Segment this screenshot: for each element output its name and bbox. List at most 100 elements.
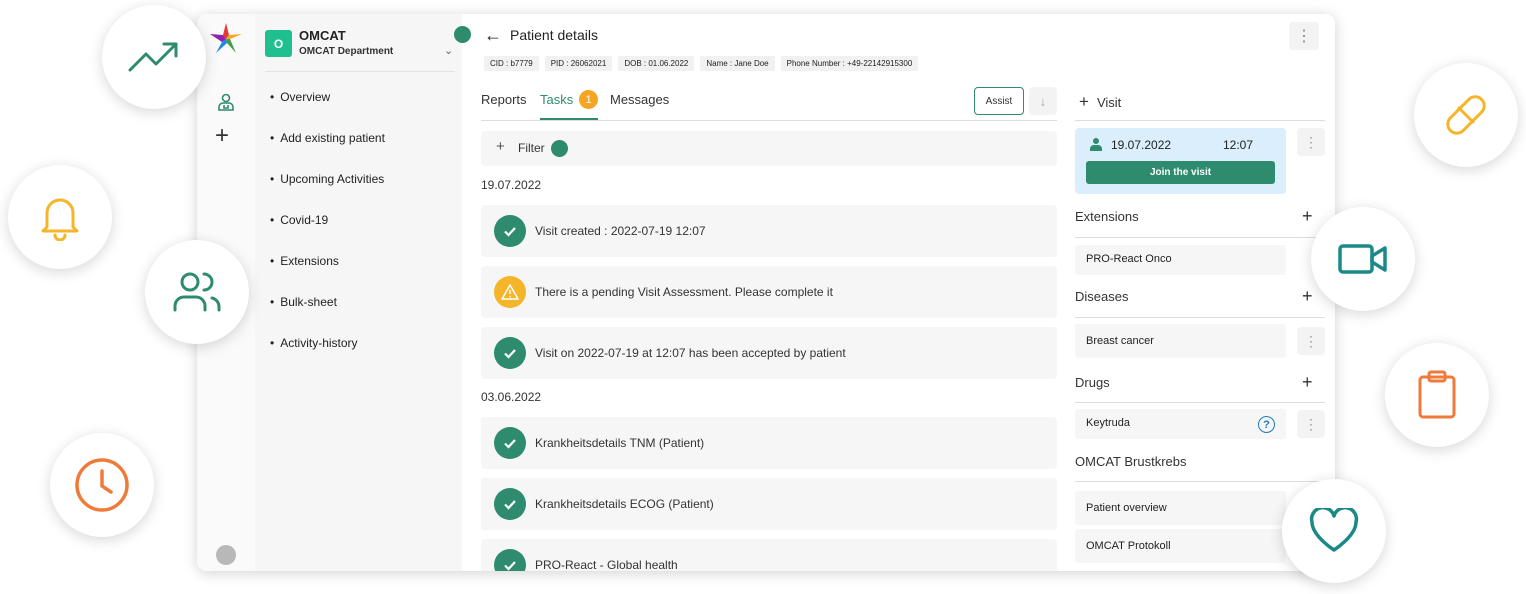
warning-icon xyxy=(494,276,526,308)
trending-up-icon xyxy=(102,5,206,109)
divider xyxy=(1075,481,1325,482)
sidebar-item-upcoming-activities[interactable]: Upcoming Activities xyxy=(270,172,385,213)
heart-icon xyxy=(1282,479,1386,583)
visit-label: Visit xyxy=(1096,95,1122,110)
check-circle-icon xyxy=(494,549,526,571)
check-circle-icon xyxy=(494,215,526,247)
page-title: Patient details xyxy=(510,27,598,43)
tab-messages[interactable]: Messages xyxy=(610,92,669,107)
drug-more-icon[interactable]: ⋮ xyxy=(1297,410,1325,438)
disease-item[interactable]: Breast cancer xyxy=(1075,324,1286,358)
patient-info-chips: CID : b7779 PID : 26062021 DOB : 01.06.2… xyxy=(484,56,919,71)
chip-cid: CID : b7779 xyxy=(484,56,539,71)
filter-icon[interactable] xyxy=(551,140,568,157)
drugs-title: Drugs xyxy=(1075,375,1110,390)
sidebar-item-add-existing-patient[interactable]: Add existing patient xyxy=(270,131,385,172)
visit-card: 19.07.2022 12:07 Join the visit xyxy=(1075,128,1286,194)
add-icon[interactable]: + xyxy=(215,124,229,148)
header-more-icon[interactable]: ⋮ xyxy=(1289,22,1319,50)
task-item[interactable]: Visit created : 2022-07-19 12:07 xyxy=(481,205,1057,257)
visit-date: 19.07.2022 xyxy=(1111,138,1172,152)
visit-time: 12:07 xyxy=(1223,138,1254,152)
sidebar-nav: Overview Add existing patient Upcoming A… xyxy=(270,90,385,377)
tab-bar: Reports Tasks 1 Messages xyxy=(481,90,1057,121)
active-tab-indicator xyxy=(540,118,598,120)
disease-more-icon[interactable]: ⋮ xyxy=(1297,327,1325,355)
pill-icon xyxy=(1414,63,1518,167)
visit-more-icon[interactable]: ⋮ xyxy=(1297,128,1325,156)
task-text: PRO-React - Global health xyxy=(535,558,678,571)
check-circle-icon xyxy=(494,337,526,369)
org-department: OMCAT Department xyxy=(299,46,394,57)
assist-button[interactable]: Assist xyxy=(974,87,1024,115)
app-window: + O OMCAT OMCAT Department ⌄ Overview Ad… xyxy=(197,14,1335,571)
date-header: 19.07.2022 xyxy=(481,178,542,192)
drug-name: Keytruda xyxy=(1086,417,1131,429)
task-item[interactable]: PRO-React - Global health xyxy=(481,539,1057,571)
user-avatar-icon[interactable] xyxy=(216,545,236,565)
person-icon xyxy=(1089,137,1103,156)
divider xyxy=(1075,317,1325,318)
sidebar: O OMCAT OMCAT Department ⌄ Overview Add … xyxy=(255,14,462,571)
add-visit-button[interactable]: + Visit xyxy=(1079,92,1121,112)
chevron-down-icon[interactable]: ⌄ xyxy=(444,44,453,57)
add-disease-icon[interactable]: + xyxy=(1302,287,1313,305)
org-name: OMCAT xyxy=(299,28,346,43)
task-text: Krankheitsdetails TNM (Patient) xyxy=(535,436,705,450)
divider xyxy=(1075,237,1325,238)
help-icon[interactable]: ? xyxy=(1258,416,1275,433)
extensions-title: Extensions xyxy=(1075,209,1139,224)
diseases-title: Diseases xyxy=(1075,289,1129,304)
chip-pid: PID : 26062021 xyxy=(544,56,613,71)
join-visit-button[interactable]: Join the visit xyxy=(1086,161,1275,184)
filter-bar[interactable]: + Filter xyxy=(481,131,1057,166)
sidebar-item-extensions[interactable]: Extensions xyxy=(270,254,385,295)
add-filter-icon[interactable]: + xyxy=(496,138,505,155)
divider xyxy=(1075,120,1325,121)
back-arrow-icon[interactable]: ← xyxy=(484,26,502,44)
extension-item[interactable]: PRO-React Onco xyxy=(1075,245,1286,275)
sidebar-item-activity-history[interactable]: Activity-history xyxy=(270,336,385,377)
date-header: 03.06.2022 xyxy=(481,390,542,404)
video-icon xyxy=(1311,207,1415,311)
download-arrow-icon[interactable]: ↓ xyxy=(1029,87,1057,115)
add-drug-icon[interactable]: + xyxy=(1302,373,1313,391)
sidebar-item-covid-19[interactable]: Covid-19 xyxy=(270,213,385,254)
task-text: Visit created : 2022-07-19 12:07 xyxy=(535,224,706,238)
tab-tasks[interactable]: Tasks xyxy=(540,92,573,107)
main-content: ← Patient details CID : b7779 PID : 2606… xyxy=(454,14,1335,571)
org-badge: O xyxy=(265,30,292,57)
tab-reports[interactable]: Reports xyxy=(481,92,527,107)
clock-icon xyxy=(50,433,154,537)
chip-dob: DOB : 01.06.2022 xyxy=(618,56,695,71)
task-text: There is a pending Visit Assessment. Ple… xyxy=(535,285,833,299)
bell-icon xyxy=(8,165,112,269)
program-item[interactable]: Patient overview xyxy=(1075,491,1286,525)
add-extension-icon[interactable]: + xyxy=(1302,207,1313,225)
task-text: Krankheitsdetails ECOG (Patient) xyxy=(535,497,714,511)
add-icon: + xyxy=(1079,92,1089,111)
sidebar-item-overview[interactable]: Overview xyxy=(270,90,385,131)
check-circle-icon xyxy=(494,427,526,459)
task-item[interactable]: There is a pending Visit Assessment. Ple… xyxy=(481,266,1057,318)
sidebar-item-bulk-sheet[interactable]: Bulk-sheet xyxy=(270,295,385,336)
filter-icon[interactable] xyxy=(454,26,471,43)
drug-item[interactable]: Keytruda ? xyxy=(1075,409,1286,439)
task-text: Visit on 2022-07-19 at 12:07 has been ac… xyxy=(535,346,846,360)
program-title: OMCAT Brustkrebs xyxy=(1075,454,1187,469)
chip-name: Name : Jane Doe xyxy=(700,56,775,71)
org-switcher[interactable]: O OMCAT OMCAT Department ⌄ xyxy=(265,28,455,72)
divider xyxy=(1075,402,1325,403)
clipboard-icon xyxy=(1385,343,1489,447)
task-item[interactable]: Visit on 2022-07-19 at 12:07 has been ac… xyxy=(481,327,1057,379)
tasks-count-badge: 1 xyxy=(579,90,598,109)
users-icon xyxy=(145,240,249,344)
doctor-icon[interactable] xyxy=(216,92,236,117)
task-item[interactable]: Krankheitsdetails ECOG (Patient) xyxy=(481,478,1057,530)
task-item[interactable]: Krankheitsdetails TNM (Patient) xyxy=(481,417,1057,469)
check-circle-icon xyxy=(494,488,526,520)
program-item[interactable]: OMCAT Protokoll xyxy=(1075,529,1286,563)
chip-phone: Phone Number : +49-22142915300 xyxy=(780,56,919,71)
filter-label: Filter xyxy=(518,141,545,155)
star-logo-icon[interactable] xyxy=(209,22,243,61)
